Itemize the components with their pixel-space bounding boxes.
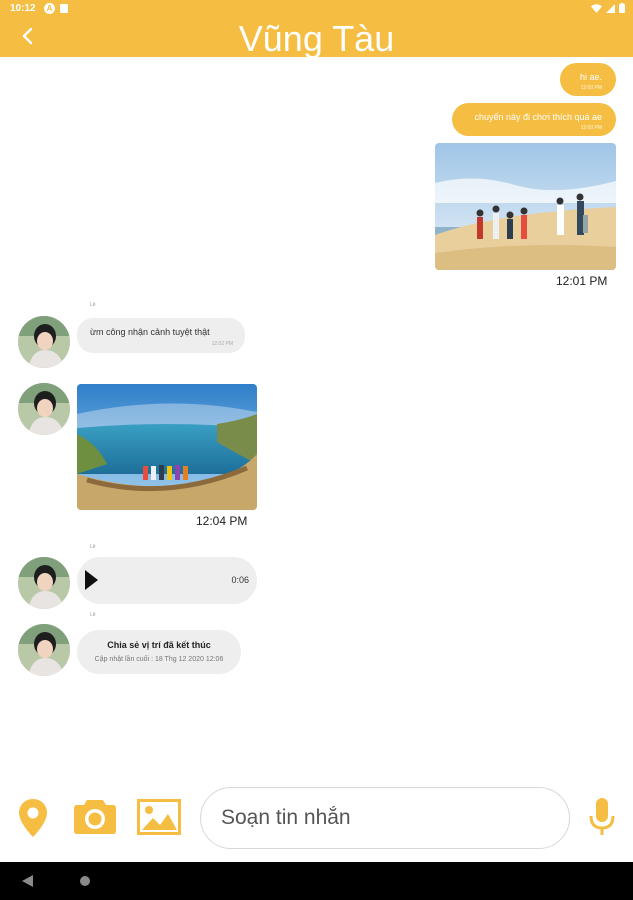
nav-back-icon[interactable] xyxy=(22,875,34,887)
status-icons xyxy=(591,3,625,13)
chat-title: Vũng Tàu xyxy=(238,18,395,59)
avatar[interactable] xyxy=(18,624,70,676)
beach-group-photo[interactable] xyxy=(435,143,616,270)
location-share-subtitle: Cập nhật lần cuối : 18 Thg 12 2020 12:06 xyxy=(94,656,224,663)
battery-icon xyxy=(619,3,625,13)
outgoing-message[interactable]: hi ae. 12:00 PM xyxy=(560,63,616,96)
message-input[interactable] xyxy=(221,788,551,848)
location-share-message[interactable]: Chia sẻ vị trí đã kết thúc Cập nhật lần … xyxy=(77,630,241,674)
location-share-title: Chia sẻ vị trí đã kết thúc xyxy=(107,640,211,650)
microphone-icon[interactable] xyxy=(589,797,615,837)
message-text: chuyến này đi chơi thích quá ae xyxy=(474,112,603,122)
message-text: hi ae. xyxy=(579,72,602,82)
message-time: 12:02 PM xyxy=(211,341,233,347)
audio-message[interactable]: 0:06 xyxy=(77,557,257,604)
status-bar: 10:12 A xyxy=(0,0,633,18)
nav-home-icon[interactable] xyxy=(79,875,91,887)
accessibility-icon: A xyxy=(44,3,55,14)
message-text: ừm công nhận cảnh tuyệt thật xyxy=(90,327,210,337)
signal-icon xyxy=(606,3,615,13)
camera-icon[interactable] xyxy=(73,797,117,835)
message-time: 12:00 PM xyxy=(580,85,602,91)
app-header: 10:12 A Vũng Tàu xyxy=(0,0,633,59)
system-nav-bar xyxy=(0,862,633,900)
audio-duration: 0:06 xyxy=(231,575,249,585)
notification-icon xyxy=(60,4,68,13)
message-input-wrapper[interactable] xyxy=(200,787,570,849)
image-time: 12:04 PM xyxy=(196,514,248,528)
play-icon[interactable] xyxy=(85,570,98,590)
avatar[interactable] xyxy=(18,383,70,435)
location-pin-icon[interactable] xyxy=(18,798,48,838)
incoming-message[interactable]: ừm công nhận cảnh tuyệt thật 12:02 PM xyxy=(77,318,245,353)
status-time: 10:12 xyxy=(10,3,36,14)
image-time: 12:01 PM xyxy=(556,274,608,288)
message-list[interactable]: hi ae. 12:00 PM chuyến này đi chơi thích… xyxy=(0,57,633,777)
image-gallery-icon[interactable] xyxy=(137,799,181,835)
sender-name: Lê xyxy=(90,544,96,550)
outgoing-message[interactable]: chuyến này đi chơi thích quá ae 12:00 PM xyxy=(452,103,616,136)
sender-name: Lê xyxy=(90,612,96,618)
wifi-icon xyxy=(591,3,602,13)
avatar[interactable] xyxy=(18,557,70,609)
message-time: 12:00 PM xyxy=(580,125,602,131)
coastal-cliff-photo[interactable] xyxy=(77,384,257,510)
avatar[interactable] xyxy=(18,316,70,368)
sender-name: Lê xyxy=(90,302,96,308)
message-composer xyxy=(0,778,633,862)
